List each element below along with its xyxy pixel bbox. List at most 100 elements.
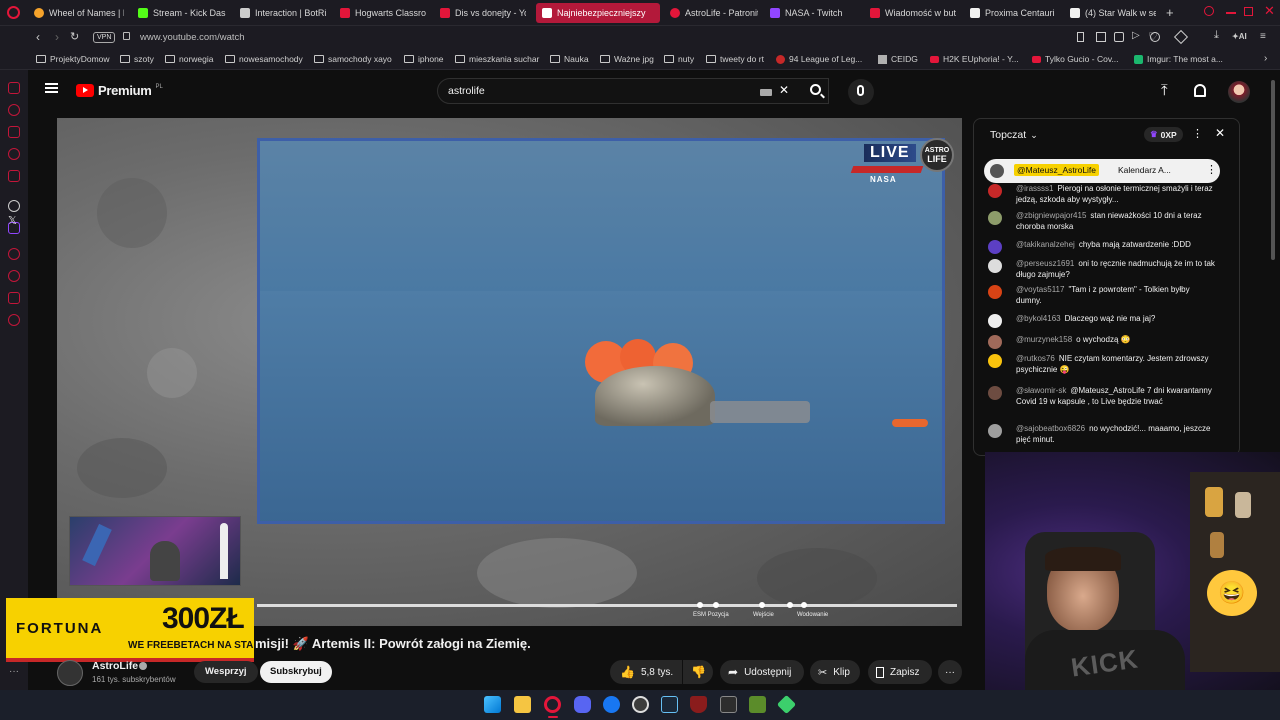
bookmark-11[interactable]: 94 League of Leg... <box>776 54 862 64</box>
tab-7[interactable]: NASA - Twitch <box>770 3 856 23</box>
channel-avatar[interactable] <box>57 660 83 686</box>
x-icon[interactable]: 𝕏 <box>8 214 17 227</box>
bookmark-icon[interactable] <box>1077 32 1084 42</box>
extension-icon[interactable] <box>1114 32 1124 42</box>
tab-1[interactable]: Stream - Kick Dash <box>138 3 226 23</box>
chat-menu-icon[interactable]: ⋮ <box>1192 127 1203 140</box>
chatgpt-icon[interactable] <box>8 200 20 212</box>
chat-username[interactable]: @rutkos76 <box>1016 354 1055 363</box>
mail-icon[interactable] <box>8 170 20 182</box>
bookmark-5[interactable]: iphone <box>404 54 444 64</box>
wallet-icon[interactable] <box>8 126 20 138</box>
chat-username[interactable]: @murzynek158 <box>1016 335 1072 344</box>
tab-8[interactable]: Wiadomość w bute <box>870 3 956 23</box>
bookmark-14[interactable]: Tylko Gucio - Cov... <box>1032 54 1119 64</box>
terminal-icon[interactable] <box>720 696 737 713</box>
tab-0[interactable]: Wheel of Names | F <box>34 3 124 23</box>
close-chat-icon[interactable]: ✕ <box>1215 126 1225 140</box>
clear-search-icon[interactable]: ✕ <box>779 83 789 97</box>
pin-icon[interactable] <box>8 292 20 304</box>
obs-icon[interactable] <box>632 696 649 713</box>
tab-4[interactable]: Dis vs donejty - Yo <box>440 3 526 23</box>
youtube-logo[interactable]: Premium PL <box>76 83 163 98</box>
chat-username[interactable]: @bykol4163 <box>1016 314 1061 323</box>
new-tab-icon[interactable]: + <box>1166 5 1174 20</box>
search-tabs-icon[interactable] <box>1204 6 1214 16</box>
search-input[interactable]: astrolife ✕ <box>437 78 829 104</box>
clock-icon[interactable] <box>8 270 20 282</box>
screenshot-icon[interactable] <box>1096 32 1106 42</box>
upload-icon[interactable]: ⤒ <box>1161 82 1168 99</box>
cube-icon[interactable] <box>1173 29 1189 45</box>
tab-2[interactable]: Interaction | BotRix <box>240 3 326 23</box>
channel-name[interactable]: AstroLife <box>92 660 138 672</box>
pinned-message[interactable]: @Mateusz_AstroLife Kalendarz A... ⋮ <box>984 159 1220 183</box>
bookmark-10[interactable]: tweety do rt <box>706 54 764 64</box>
steam-icon[interactable] <box>661 696 678 713</box>
bookmark-9[interactable]: nuty <box>664 54 694 64</box>
bookmark-1[interactable]: szoty <box>120 54 154 64</box>
save-button[interactable]: Zapisz <box>868 660 932 684</box>
player-icon[interactable]: ▷ <box>1132 30 1140 41</box>
video-player[interactable]: LIVE NASA ASTRO LIFE ESM Pozycja Wejście… <box>57 118 962 626</box>
url-field[interactable]: www.youtube.com/watch <box>140 32 245 43</box>
chat-username[interactable]: @perseusz1691 <box>1016 259 1074 268</box>
opera-logo-icon[interactable] <box>7 6 20 19</box>
search-button[interactable] <box>800 78 832 104</box>
tab-5-active[interactable]: Najniebezpieczniejszy <box>536 3 660 23</box>
aria-icon[interactable] <box>8 82 20 94</box>
tab-6[interactable]: AstroLife - Patronit <box>670 3 758 23</box>
bookmark-12[interactable]: CEIDG <box>878 54 918 64</box>
vpn-badge[interactable]: VPN <box>93 32 116 43</box>
pinned-menu-icon[interactable]: ⋮ <box>1206 163 1217 176</box>
close-window-icon[interactable]: ✕ <box>1264 3 1275 19</box>
gem-icon[interactable] <box>776 694 797 715</box>
avatar[interactable] <box>1228 81 1250 103</box>
player-icon[interactable] <box>8 248 20 260</box>
bookmark-2[interactable]: norwegia <box>165 54 214 64</box>
bookmark-6[interactable]: mieszkania suchar <box>455 54 539 64</box>
support-button[interactable]: Wesprzyj <box>194 661 258 683</box>
keyboard-icon[interactable] <box>760 89 772 96</box>
tab-3[interactable]: Hogwarts Classroo <box>340 3 426 23</box>
opera-icon[interactable] <box>544 696 561 713</box>
bookmark-0[interactable]: ProjektyDomow <box>36 54 110 64</box>
heart-icon[interactable]: ♡ <box>1148 30 1158 43</box>
forward-icon[interactable]: › <box>55 30 59 44</box>
discord-icon[interactable] <box>574 696 591 713</box>
chat-username[interactable]: @irassss1 <box>1016 184 1053 193</box>
bookmark-13[interactable]: H2K EUphoria! - Y... <box>930 54 1019 64</box>
menu-icon[interactable]: ≡ <box>1260 31 1266 42</box>
chat-username[interactable]: @sławomir-sk <box>1016 386 1066 395</box>
xp-badge[interactable]: ♛ 0XP <box>1144 127 1183 142</box>
more-actions-button[interactable]: ··· <box>938 660 962 684</box>
history-icon[interactable] <box>8 104 20 116</box>
minimize-icon[interactable] <box>1226 12 1236 14</box>
tab-10[interactable]: (4) Star Walk w se <box>1070 3 1156 23</box>
file-explorer-icon[interactable] <box>514 696 531 713</box>
back-icon[interactable]: ‹ <box>36 30 40 44</box>
chat-username[interactable]: @takikanalzehej <box>1016 240 1075 249</box>
chat-username[interactable]: @voytas5117 <box>1016 285 1064 294</box>
dislike-button[interactable]: 👎 <box>683 660 713 684</box>
start-icon[interactable] <box>484 696 501 713</box>
tab-9[interactable]: Proxima Centauri b <box>970 3 1056 23</box>
download-icon[interactable]: ⤓ <box>1214 29 1219 42</box>
minecraft-icon[interactable] <box>749 696 766 713</box>
page-scrollbar[interactable] <box>1271 80 1275 260</box>
settings-icon[interactable] <box>8 314 20 326</box>
video-progress-bar[interactable]: ESM Pozycja Wejście Wodowanie <box>257 602 957 618</box>
facebook-icon[interactable] <box>603 696 620 713</box>
chat-username[interactable]: @zbigniewpajor415 <box>1016 211 1086 220</box>
reload-icon[interactable]: ↻ <box>70 30 79 43</box>
chat-username[interactable]: @sajobeatbox6826 <box>1016 424 1085 433</box>
maximize-icon[interactable] <box>1244 7 1253 16</box>
shield-icon[interactable] <box>690 696 707 713</box>
ai-icon[interactable]: ✦AI <box>1232 32 1247 41</box>
more-icon[interactable]: ··· <box>9 666 19 677</box>
like-button[interactable]: 👍 5,8 tys. <box>610 660 682 684</box>
messenger-icon[interactable] <box>8 148 20 160</box>
bookmark-3[interactable]: nowesamochody <box>225 54 303 64</box>
subscribe-button[interactable]: Subskrybuj <box>260 661 332 683</box>
clip-button[interactable]: ✂ Klip <box>810 660 860 684</box>
